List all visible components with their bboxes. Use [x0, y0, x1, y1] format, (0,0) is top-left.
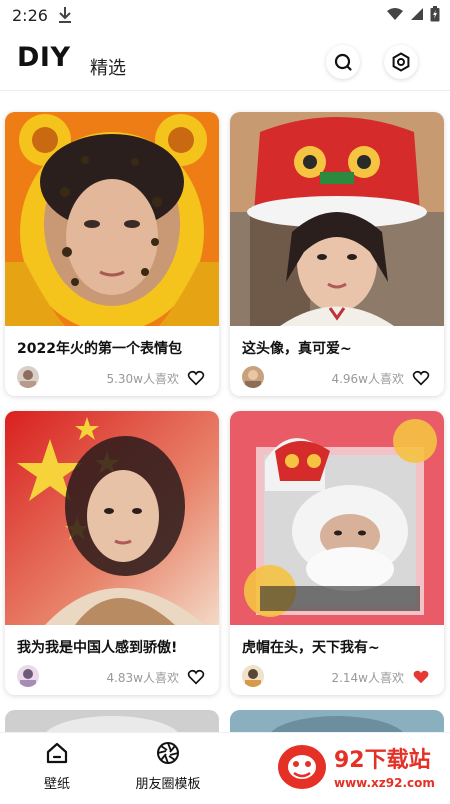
template-card[interactable]: 2022年火的第一个表情包 5.30w人喜欢	[5, 112, 219, 396]
wifi-icon	[387, 8, 403, 20]
app-title: DIY	[17, 42, 71, 73]
download-icon	[59, 7, 71, 23]
like-count: 4.96w人喜欢	[331, 372, 404, 386]
settings-icon	[392, 52, 410, 72]
status-icons	[386, 6, 440, 22]
template-card[interactable]: 这头像，真可爱~ 4.96w人喜欢	[230, 112, 444, 396]
settings-button[interactable]	[384, 45, 418, 79]
card-image	[5, 411, 219, 625]
svg-text:www.xz92.com: www.xz92.com	[334, 776, 435, 790]
signal-icon	[411, 8, 423, 20]
card-title: 虎帽在头，天下我有~	[242, 640, 380, 656]
tab-featured[interactable]: 精选	[90, 54, 126, 80]
watermark-logo: 92下载站 www.xz92.com	[268, 733, 450, 800]
aperture-icon	[157, 742, 179, 764]
card-image	[230, 112, 444, 326]
card-title: 我为我是中国人感到骄傲!	[17, 640, 178, 656]
card-image	[230, 411, 444, 625]
battery-icon	[430, 6, 440, 22]
template-card[interactable]: 虎帽在头，天下我有~ 2.14w人喜欢	[230, 411, 444, 695]
nav-label: 壁纸	[43, 777, 70, 792]
status-time: 2:26	[12, 6, 48, 25]
avatar	[17, 665, 39, 687]
heart-icon[interactable]	[187, 668, 205, 686]
avatar	[242, 366, 264, 388]
like-count: 5.30w人喜欢	[106, 372, 179, 386]
app-header: DIY 精选	[0, 32, 450, 91]
search-button[interactable]	[326, 45, 360, 79]
heart-icon[interactable]	[412, 369, 430, 387]
card-title: 这头像，真可爱~	[242, 341, 352, 357]
template-card[interactable]: 我为我是中国人感到骄傲! 4.83w人喜欢	[5, 411, 219, 695]
search-icon	[334, 53, 352, 71]
nav-moments-template[interactable]: 朋友圈模板	[123, 741, 213, 792]
nav-label: 朋友圈模板	[135, 777, 201, 792]
svg-text:92下载站: 92下载站	[334, 747, 431, 773]
nav-wallpaper[interactable]: 壁纸	[12, 741, 102, 792]
status-bar: 2:26	[0, 0, 450, 32]
card-title: 2022年火的第一个表情包	[17, 341, 182, 357]
like-count: 4.83w人喜欢	[106, 671, 179, 685]
avatar	[242, 665, 264, 687]
like-count: 2.14w人喜欢	[331, 671, 404, 685]
heart-icon[interactable]	[187, 369, 205, 387]
heart-icon[interactable]	[412, 668, 430, 686]
home-icon	[46, 742, 68, 764]
avatar	[17, 366, 39, 388]
card-image	[5, 112, 219, 326]
